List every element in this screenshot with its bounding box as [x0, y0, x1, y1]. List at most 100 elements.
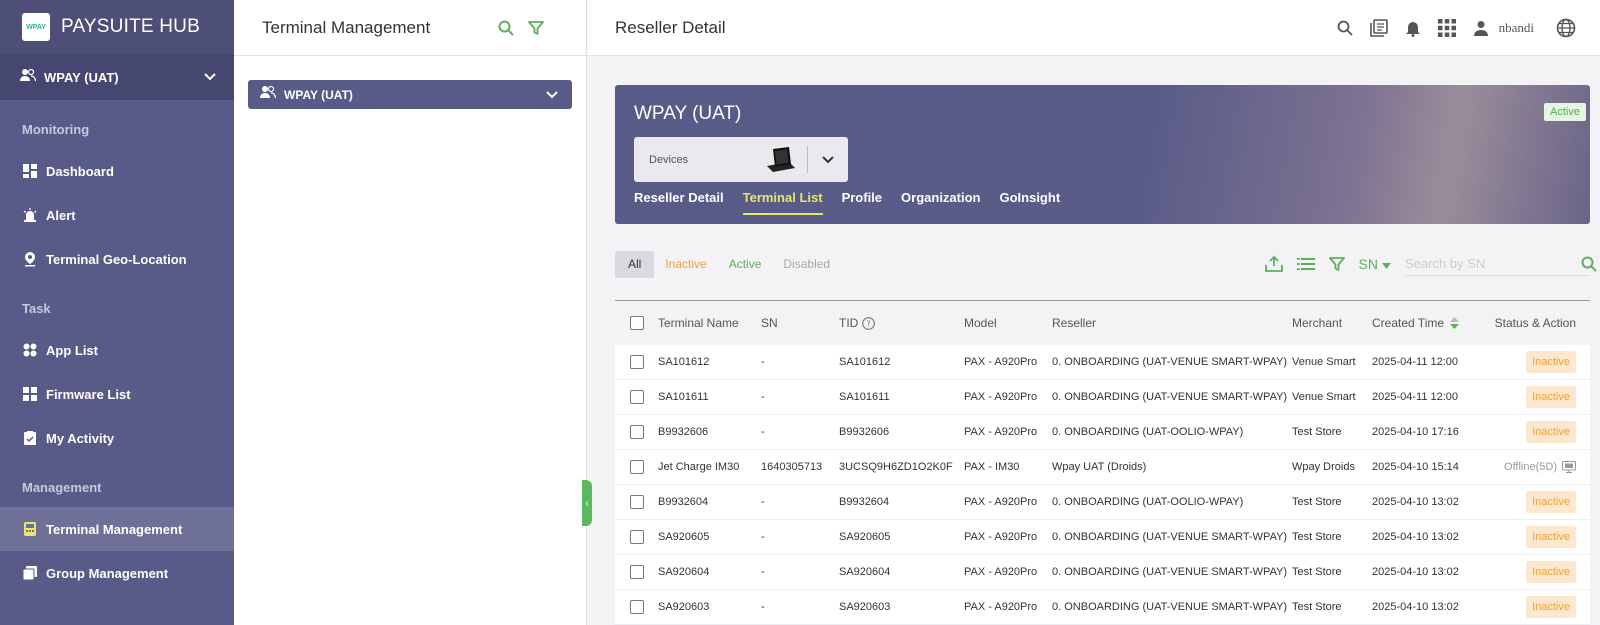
cell-terminal-name[interactable]: B9932604: [658, 496, 761, 508]
filter-bar: All Inactive Active Disabled SN: [615, 250, 1597, 278]
cell-terminal-name[interactable]: SA920603: [658, 601, 761, 613]
row-checkbox[interactable]: [629, 425, 644, 439]
table-row[interactable]: SA920603- SA920603 PAX - A920Pro 0. ONBOARD…: [615, 590, 1590, 625]
cell-model: PAX - A920Pro: [964, 566, 1038, 578]
tab-reseller-detail[interactable]: Reseller Detail: [634, 190, 724, 215]
cell-reseller: 0. ONBOARDING (UAT-OOLIO-WPAY): [1052, 496, 1244, 508]
filter-active-button[interactable]: Active: [718, 251, 773, 278]
export-icon[interactable]: [1264, 255, 1283, 273]
tab-terminal-list[interactable]: Terminal List: [742, 190, 823, 215]
org-tree-selector[interactable]: WPAY (UAT): [248, 80, 572, 109]
table-row[interactable]: B9932606- B9932606 PAX - A920Pro 0. ONBOARD…: [615, 415, 1590, 450]
sidebar-item-terminal-management[interactable]: Terminal Management: [0, 507, 234, 551]
row-checkbox[interactable]: [629, 495, 644, 509]
filter-icon[interactable]: [528, 20, 544, 36]
col-created-time[interactable]: Created Time: [1372, 316, 1490, 330]
search-icon[interactable]: [498, 20, 514, 36]
cell-merchant: Venue Smart: [1292, 391, 1356, 403]
tab-organization[interactable]: Organization: [901, 190, 980, 215]
status-badge[interactable]: Inactive: [1526, 491, 1576, 513]
notification-bell-icon[interactable]: [1403, 18, 1423, 38]
cell-model: PAX - A920Pro: [964, 531, 1038, 543]
apps-grid-icon[interactable]: [1437, 18, 1457, 38]
col-tid: TID ?: [839, 316, 964, 330]
filter-inactive-button[interactable]: Inactive: [654, 251, 717, 278]
search-icon[interactable]: [1335, 18, 1355, 38]
page-title: Reseller Detail: [615, 17, 726, 37]
sidebar-item-app-list[interactable]: App List: [0, 328, 234, 372]
cell-status-action: Inactive: [1490, 561, 1590, 583]
status-badge[interactable]: Inactive: [1526, 386, 1576, 408]
cell-terminal-name[interactable]: SA920604: [658, 566, 761, 578]
cell-created-time: 2025-04-10 13:02: [1372, 531, 1459, 543]
col-terminal-name: Terminal Name: [658, 316, 739, 330]
cell-created-time: 2025-04-10 13:02: [1372, 496, 1459, 508]
table-row[interactable]: B9932604- B9932604 PAX - A920Pro 0. ONBOARD…: [615, 485, 1590, 520]
filter-all-button[interactable]: All: [615, 250, 655, 278]
row-checkbox[interactable]: [629, 390, 644, 404]
username[interactable]: nbandi: [1499, 20, 1534, 36]
search-input[interactable]: [1405, 256, 1581, 271]
table-row[interactable]: Jet Charge IM30 1640305713 3UCSQ9H6ZD1O2K0…: [615, 450, 1590, 485]
filter-icon[interactable]: [1328, 256, 1345, 272]
row-checkbox[interactable]: [629, 600, 644, 614]
row-checkbox[interactable]: [629, 530, 644, 544]
reseller-banner: WPAY (UAT) Active Devices Reseller Detai…: [615, 85, 1590, 224]
cell-terminal-name[interactable]: B9932606: [658, 426, 761, 438]
sidebar-item-alert[interactable]: Alert: [0, 193, 234, 237]
status-badge[interactable]: Inactive: [1526, 351, 1576, 373]
list-view-icon[interactable]: [1296, 257, 1315, 271]
status-badge[interactable]: Inactive: [1526, 421, 1576, 443]
sidebar-item-geo-location[interactable]: Terminal Geo-Location: [0, 237, 234, 281]
location-pin-icon: [22, 251, 38, 267]
sidebar-item-firmware-list[interactable]: Firmware List: [0, 372, 234, 416]
row-checkbox[interactable]: [629, 460, 644, 474]
monitor-icon[interactable]: [1562, 461, 1576, 473]
help-icon[interactable]: ?: [862, 316, 876, 330]
cell-reseller: 0. ONBOARDING (UAT-VENUE SMART-WPAY): [1052, 391, 1288, 403]
table-row[interactable]: SA920604- SA920604 PAX - A920Pro 0. ONBOARD…: [615, 555, 1590, 590]
sort-desc-icon[interactable]: [1450, 317, 1460, 329]
status-badge[interactable]: Inactive: [1526, 526, 1576, 548]
cell-tid: B9932606: [839, 426, 890, 438]
documents-icon[interactable]: [1369, 18, 1389, 38]
globe-icon[interactable]: [1556, 18, 1576, 38]
user-avatar-icon[interactable]: [1471, 18, 1491, 38]
search-field-select[interactable]: SN: [1359, 256, 1391, 272]
sidebar-item-label: My Activity: [46, 430, 115, 446]
terminal-table: Terminal Name SN TID ? Model Reseller Me…: [615, 300, 1590, 625]
table-row[interactable]: SA101611- SA101611 PAX - A920Pro 0. ONBOARD…: [615, 380, 1590, 415]
cell-merchant: Test Store: [1292, 566, 1342, 578]
table-row[interactable]: SA920605- SA920605 PAX - A920Pro 0. ONBOARD…: [615, 520, 1590, 555]
sidebar-item-group-management[interactable]: Group Management: [0, 551, 234, 595]
status-badge[interactable]: Inactive: [1526, 596, 1576, 618]
cell-merchant: Venue Smart: [1292, 356, 1356, 368]
chevron-down-icon[interactable]: [808, 155, 848, 164]
search-icon[interactable]: [1581, 256, 1597, 272]
tab-profile[interactable]: Profile: [842, 190, 882, 215]
devices-selector[interactable]: Devices: [634, 137, 848, 182]
select-all-checkbox[interactable]: [629, 316, 644, 330]
status-badge[interactable]: Inactive: [1526, 561, 1576, 583]
row-checkbox[interactable]: [629, 565, 644, 579]
panel-header: Terminal Management: [234, 0, 586, 56]
cell-terminal-name[interactable]: Jet Charge IM30: [658, 461, 761, 473]
cell-reseller: Wpay UAT (Droids): [1052, 461, 1147, 473]
cell-sn: -: [761, 566, 765, 578]
cell-terminal-name[interactable]: SA101611: [658, 391, 761, 403]
wpay-logo: WPAY: [22, 13, 50, 41]
sidebar-item-my-activity[interactable]: My Activity: [0, 416, 234, 460]
offline-status: Offline(5D): [1504, 461, 1576, 473]
tab-goinsight[interactable]: GoInsight: [999, 190, 1060, 215]
sidebar-item-dashboard[interactable]: Dashboard: [0, 149, 234, 193]
cell-status-action: Offline(5D): [1490, 461, 1590, 473]
row-checkbox[interactable]: [629, 355, 644, 369]
filter-disabled-button[interactable]: Disabled: [772, 251, 841, 278]
brand-header[interactable]: WPAY PAYSUITE HUB: [0, 0, 234, 54]
section-monitoring: Monitoring: [22, 122, 90, 137]
dashboard-icon: [22, 163, 38, 179]
org-selector[interactable]: WPAY (UAT): [0, 54, 234, 100]
cell-terminal-name[interactable]: SA920605: [658, 531, 761, 543]
cell-terminal-name[interactable]: SA101612: [658, 356, 761, 368]
table-row[interactable]: SA101612- SA101612 PAX - A920Pro 0. ONBOARD…: [615, 345, 1590, 380]
